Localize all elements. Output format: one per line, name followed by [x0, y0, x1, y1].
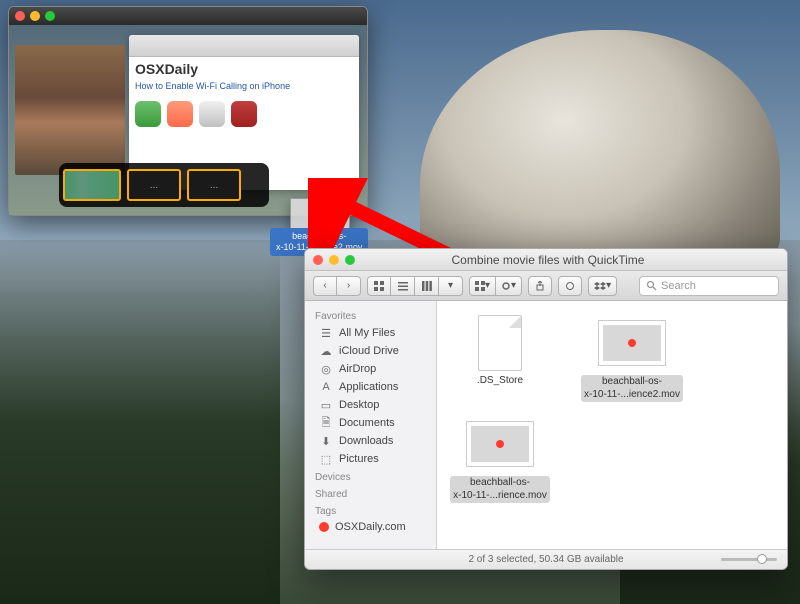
zoom-icon[interactable] — [45, 11, 55, 21]
timeline-drop-slot[interactable]: ... — [187, 169, 241, 201]
view-buttons: ▾ — [367, 276, 463, 296]
arrange-icon — [475, 281, 485, 291]
cloud-icon: ☁ — [319, 344, 333, 358]
airdrop-icon: ◎ — [319, 362, 333, 376]
gear-icon — [501, 281, 511, 291]
movie-icon — [466, 421, 534, 467]
all-files-icon: ☰ — [319, 326, 333, 340]
quicktime-content: OSXDaily How to Enable Wi-Fi Calling on … — [9, 25, 367, 215]
file-ds-store[interactable]: .DS_Store — [445, 315, 555, 402]
finder-content[interactable]: .DS_Store beachball-os- x-10-11-...ience… — [437, 301, 787, 549]
dropbox-icon — [594, 281, 606, 291]
app-icon — [135, 101, 161, 127]
share-button[interactable] — [528, 276, 552, 296]
dropbox-button[interactable]: ▾ — [588, 276, 617, 296]
finder-statusbar: 2 of 3 selected, 50.34 GB available — [305, 549, 787, 569]
documents-icon: 🗎 — [319, 416, 333, 430]
timeline-drop-slot[interactable]: ... — [127, 169, 181, 201]
list-view-button[interactable] — [391, 276, 415, 296]
finder-titlebar[interactable]: Combine movie files with QuickTime — [305, 249, 787, 271]
sidebar-header-shared: Shared — [305, 485, 436, 502]
share-icon — [535, 281, 545, 291]
downloads-icon: ⬇ — [319, 434, 333, 448]
sidebar-item-airdrop[interactable]: ◎AirDrop — [305, 360, 436, 378]
finder-sidebar: Favorites ☰All My Files ☁iCloud Drive ◎A… — [305, 301, 437, 549]
grid-icon — [374, 281, 384, 291]
file-label: beachball-os- x-10-11-...ience2.mov — [581, 375, 683, 402]
sidebar-item-desktop[interactable]: ▭Desktop — [305, 396, 436, 414]
article-headline: How to Enable Wi-Fi Calling on iPhone — [135, 81, 353, 91]
list-icon — [398, 281, 408, 291]
red-tag-icon — [319, 522, 329, 532]
search-input[interactable]: Search — [639, 276, 779, 296]
sidebar-item-icloud[interactable]: ☁iCloud Drive — [305, 342, 436, 360]
applications-icon: A — [319, 380, 333, 394]
file-movie-1[interactable]: beachball-os- x-10-11-...ience2.mov — [577, 315, 687, 402]
close-icon[interactable] — [15, 11, 25, 21]
movie-icon — [598, 320, 666, 366]
back-button[interactable]: ‹ — [313, 276, 337, 296]
forward-button[interactable]: › — [337, 276, 361, 296]
icon-view-button[interactable] — [367, 276, 391, 296]
icon-size-slider[interactable] — [721, 558, 777, 561]
tags-button[interactable] — [558, 276, 582, 296]
video-frame-canyon — [15, 45, 125, 175]
quicktime-window[interactable]: OSXDaily How to Enable Wi-Fi Calling on … — [8, 6, 368, 216]
columns-icon — [422, 281, 432, 291]
quicktime-titlebar[interactable] — [9, 7, 367, 25]
search-icon — [646, 280, 657, 291]
desktop-icon: ▭ — [319, 398, 333, 412]
file-label: beachball-os- x-10-11-...rience.mov — [450, 476, 550, 503]
sidebar-header-tags: Tags — [305, 502, 436, 519]
finder-title: Combine movie files with QuickTime — [317, 253, 779, 267]
nav-buttons: ‹ › — [313, 276, 361, 296]
sidebar-item-downloads[interactable]: ⬇Downloads — [305, 432, 436, 450]
action-button[interactable]: ▾ — [496, 276, 522, 296]
tag-icon — [565, 281, 575, 291]
coverflow-view-button[interactable]: ▾ — [439, 276, 463, 296]
arrange-button[interactable]: ▾ — [469, 276, 496, 296]
search-placeholder: Search — [661, 280, 696, 292]
app-icon — [199, 101, 225, 127]
sidebar-header-favorites: Favorites — [305, 307, 436, 324]
column-view-button[interactable] — [415, 276, 439, 296]
sidebar-item-documents[interactable]: 🗎Documents — [305, 414, 436, 432]
finder-toolbar: ‹ › ▾ ▾ ▾ — [305, 271, 787, 301]
quicktime-timeline[interactable]: ... ... — [59, 163, 269, 207]
sidebar-header-devices: Devices — [305, 468, 436, 485]
minimize-icon[interactable] — [30, 11, 40, 21]
timeline-clip[interactable] — [63, 169, 121, 201]
app-icon — [167, 101, 193, 127]
finder-window[interactable]: Combine movie files with QuickTime ‹ › ▾… — [304, 248, 788, 570]
document-icon — [478, 315, 522, 371]
sidebar-item-all-my-files[interactable]: ☰All My Files — [305, 324, 436, 342]
pictures-icon: ⬚ — [319, 452, 333, 466]
status-text: 2 of 3 selected, 50.34 GB available — [468, 554, 623, 565]
app-icon — [231, 101, 257, 127]
file-label: .DS_Store — [477, 375, 523, 388]
sidebar-item-applications[interactable]: AApplications — [305, 378, 436, 396]
file-movie-2[interactable]: beachball-os- x-10-11-...rience.mov — [445, 416, 555, 503]
sidebar-tag-osxdaily[interactable]: OSXDaily.com — [305, 519, 436, 535]
sidebar-item-pictures[interactable]: ⬚Pictures — [305, 450, 436, 468]
osxdaily-logo: OSXDaily — [135, 61, 353, 77]
